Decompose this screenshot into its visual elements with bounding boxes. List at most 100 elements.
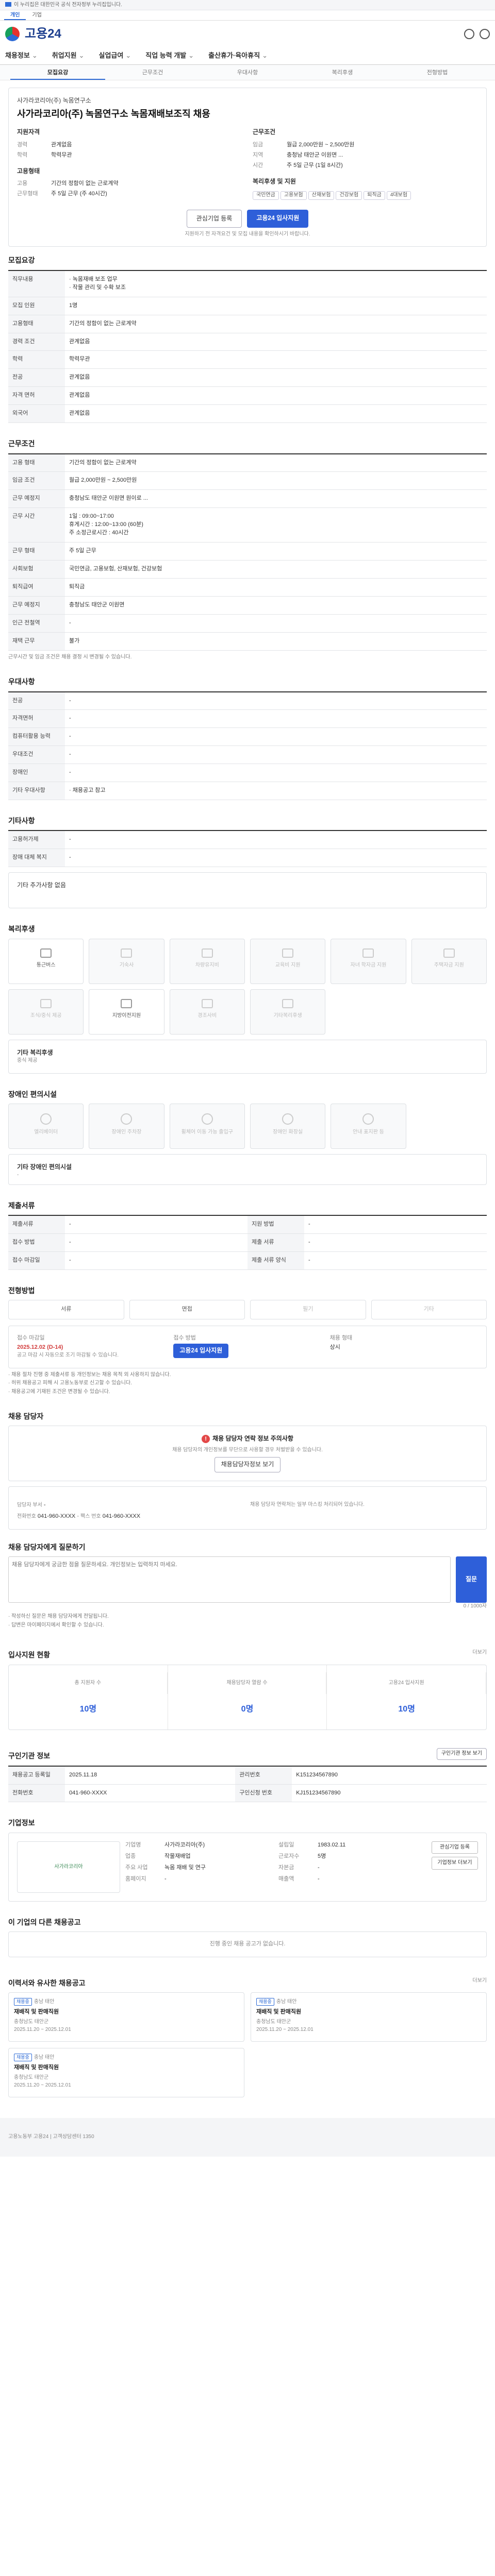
summary-head-cond: 근무조건	[253, 128, 276, 136]
card-region: 충남 태안	[34, 2055, 55, 2061]
row-value: -	[65, 1251, 248, 1270]
site-logo[interactable]: 고용24	[25, 25, 61, 43]
reg-info-button[interactable]: 구인기관 정보 보기	[436, 1748, 487, 1760]
welfare-item: 경조사비	[169, 989, 245, 1035]
table-row: 고용형태 기간의 정함이 없는 근로계약	[8, 315, 487, 333]
table-row: 근무 예정지 충청남도 태안군 이원면	[8, 596, 487, 615]
job-title: 사가라코리아(주) 녹몸연구소 녹몸재배보조직 채용	[17, 109, 210, 120]
cond-list: 임금 월급 2,000만원 ~ 2,500만원 지역 충청남 태안군 이원면 ... 시…	[253, 141, 478, 170]
reg-table: 채용공고 등록일 2025.11.18 관리번호 K151234567890 전화번호 0…	[8, 1765, 487, 1803]
row-value: 1명	[65, 297, 487, 315]
process-step: 면접	[129, 1300, 245, 1320]
company-interest-button[interactable]: 관심기업 등록	[432, 1841, 478, 1854]
welfare-title: 복리후생	[8, 925, 35, 934]
nav-unemployment[interactable]: 실업급여	[99, 51, 131, 61]
row-label: 고용허가제	[8, 831, 65, 850]
status-item: 고용24 입사지원 10명	[327, 1665, 486, 1730]
row-label: 장애 대체 복지	[8, 849, 65, 868]
interest-button[interactable]: 관심기업 등록	[186, 209, 242, 228]
deadline: 2025.12.02 (D-14)	[17, 1344, 63, 1351]
row-label: 퇴직급여	[8, 578, 65, 597]
tab-welfare[interactable]: 복리후생	[295, 65, 390, 80]
kv-value: 기간의 정함이 없는 근로계약	[51, 180, 119, 187]
row-label: 근무 형태	[8, 542, 65, 561]
job-summary-card: 사가라코리아(주) 녹몸연구소 사가라코리아(주) 녹몸연구소 녹몸재배보조직 …	[8, 88, 487, 247]
row-value: -	[65, 764, 487, 783]
row-label: 근무 예정지	[8, 596, 65, 615]
tab-company[interactable]: 기업	[26, 10, 47, 20]
table-row: 장애인 -	[8, 764, 487, 783]
kv-label: 임금	[253, 141, 263, 148]
row-label: 전공	[8, 691, 65, 710]
kv-label: 고용	[17, 180, 28, 187]
row-value: -	[65, 745, 487, 765]
submit-title: 제출서류	[8, 1201, 35, 1210]
recommend-card[interactable]: 채용중 충남 태안 재배직 및 판매직원 충청남도 태안군 2025.11.20 ~ 2…	[8, 1992, 244, 2042]
manager-warn: 채용 담당자 연락 정보 주의사항	[17, 1434, 478, 1443]
row-value: · 녹몸재배 보조 업무 · 작물 관리 및 수확 보조	[65, 270, 487, 297]
notice-line: · 허위 채용공고 피해 시 고용노동부로 신고할 수 있습니다.	[8, 1380, 132, 1386]
recommend-card[interactable]: 채용중 충남 태안 재배직 및 판매직원 충청남도 태안군 2025.11.20 ~ 2…	[8, 2048, 244, 2098]
welfare-label: 교육비 지원	[275, 962, 301, 968]
apply-button-2[interactable]: 고용24 입사지원	[173, 1344, 229, 1358]
row-label: 자격 면허	[8, 386, 65, 405]
facility-label: 휠체어 이동 가능 출입구	[181, 1129, 233, 1135]
emp-list: 고용 기간의 정함이 없는 근로계약 근무형태 주 5일 근무 (주 40시간)	[17, 180, 242, 198]
facility-grid: 엘리베이터 장애인 주차장 휠체어 이동 가능 출입구 장애인 화장실 안내 표지판 등	[8, 1103, 487, 1149]
row-value: 관계없음	[65, 386, 487, 405]
table-row: 인근 전철역 -	[8, 614, 487, 633]
tab-work[interactable]: 근무조건	[105, 65, 200, 80]
table-row: 고용허가제 -	[8, 831, 487, 850]
table-row: 접수 방법 - 제출 서류 -	[8, 1233, 487, 1252]
tab-process[interactable]: 전형방법	[390, 65, 485, 80]
tab-recruit[interactable]: 모집요강	[10, 65, 105, 80]
tab-personal[interactable]: 개인	[4, 10, 26, 20]
notice-line: · 채용 절차 진행 중 제출서류 등 개인정보는 채용 목적 외 사용하지 않…	[8, 1371, 171, 1378]
gov-notice-bar: 이 누리집은 대한민국 공식 전자정부 누리집입니다.	[0, 0, 495, 10]
benefit-tag: 건강보험	[336, 191, 362, 200]
nav-support[interactable]: 취업지원	[52, 51, 85, 61]
row-label: 직무내용	[8, 270, 65, 297]
kv-label: 근로자수	[278, 1853, 300, 1859]
card-location: 충청남도 태안군	[256, 2019, 291, 2025]
apply-status: 총 지원자 수 10명 채용담당자 열람 수 0명 고용24 입사지원 10명	[8, 1664, 487, 1731]
welfare-icon	[121, 948, 133, 958]
status-more-link[interactable]: 더보기	[472, 1649, 487, 1657]
recruit-table: 직무내용 · 녹몸재배 보조 업무 · 작물 관리 및 수확 보조 모집 인원 1명 고…	[8, 269, 487, 423]
row-value: -	[65, 1215, 248, 1234]
recommend-more-link[interactable]: 더보기	[472, 1977, 487, 1985]
recommend-card[interactable]: 채용중 충남 태안 재배직 및 판매직원 충청남도 태안군 2025.11.20 ~ 2…	[251, 1992, 487, 2042]
row-label: 관리번호	[235, 1766, 292, 1785]
section-tabs: 모집요강 근무조건 우대사항 복리후생 전형방법	[0, 65, 495, 80]
nav-jobs[interactable]: 채용정보	[5, 51, 38, 61]
row-label: 컴퓨터활용 능력	[8, 727, 65, 747]
show-manager-button[interactable]: 채용담당자정보 보기	[214, 1457, 281, 1472]
table-row: 채용공고 등록일 2025.11.18 관리번호 K151234567890	[8, 1766, 487, 1785]
logo-icon[interactable]	[5, 27, 20, 41]
row-label: 접수 마감일	[8, 1251, 65, 1270]
row-label: 경력 조건	[8, 333, 65, 351]
search-icon[interactable]	[464, 29, 474, 39]
benefit-tag: 퇴직금	[364, 191, 385, 200]
nav-training[interactable]: 직업 능력 개발	[145, 51, 194, 61]
status-label: 채용담당자 열람 수	[168, 1672, 327, 1694]
facility-icon	[121, 1113, 133, 1125]
row-label: 고용형태	[8, 315, 65, 333]
row-value: -	[65, 709, 487, 728]
summary-head-emp: 고용형태	[17, 167, 40, 175]
welfare-icon	[201, 948, 213, 958]
char-count: 0 / 1000자	[463, 1603, 487, 1609]
tab-pref[interactable]: 우대사항	[200, 65, 295, 80]
nav-leave[interactable]: 출산휴가·육아휴직	[208, 51, 268, 61]
benefit-tag: 국민연금	[253, 191, 279, 200]
user-icon[interactable]	[480, 29, 490, 39]
question-submit-button[interactable]: 질문	[456, 1556, 487, 1603]
apply-button[interactable]: 고용24 입사지원	[247, 209, 309, 228]
table-row: 자격면허 -	[8, 709, 487, 728]
row-label: 채용공고 등록일	[8, 1766, 65, 1785]
row-value: 퇴직금	[65, 578, 487, 597]
company-more-button[interactable]: 기업정보 더보기	[432, 1857, 478, 1870]
facility-label: 엘리베이터	[34, 1129, 58, 1135]
question-textarea[interactable]	[8, 1556, 451, 1603]
row-value: 충청남도 태안군 이원면 원이로 ...	[65, 489, 487, 509]
